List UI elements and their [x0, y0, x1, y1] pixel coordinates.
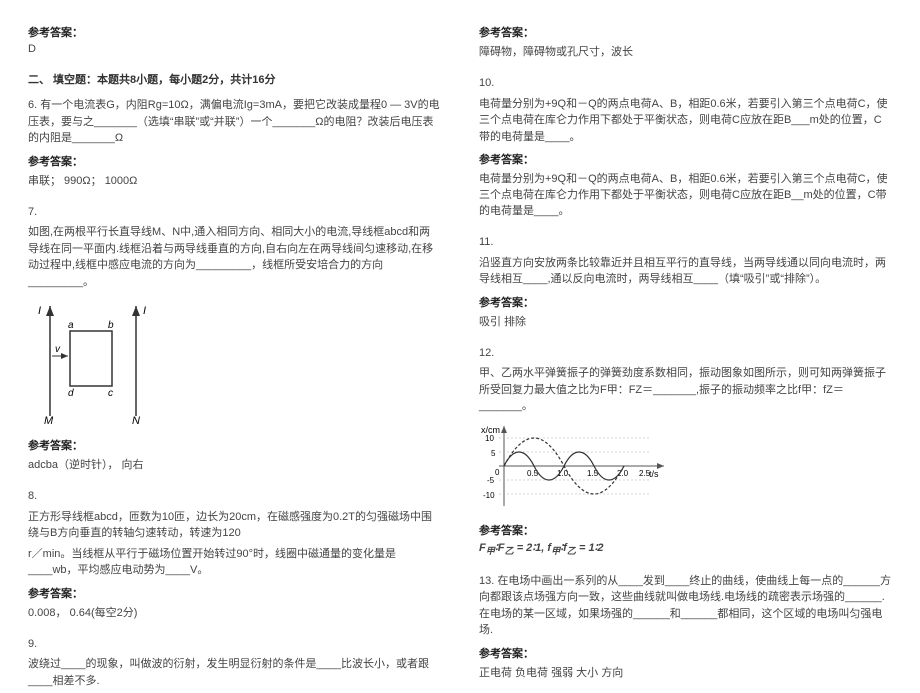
svg-text:t/s: t/s — [649, 469, 659, 479]
question-text: 沿竖直方向安放两条比较靠近并且相互平行的直导线，当两导线通以同向电流时，两导线相… — [479, 255, 892, 288]
question-text: 正方形导线框abcd，匝数为10匝，边长为20cm，在磁感强度为0.2T的匀强磁… — [28, 509, 441, 542]
left-column: 参考答案： D 二、 填空题：本题共8小题，每小题2分，共计16分 6. 有一个… — [28, 18, 441, 633]
answer-body: 吸引 排除 — [479, 313, 892, 329]
answer-header: 参考答案： — [479, 24, 892, 40]
question-9: 9. 波绕过____的现象，叫做波的衍射，发生明显衍射的条件是____比波长小，… — [28, 636, 441, 693]
question-7: 7. 如图,在两根平行长直导线M、N中,通入相同方向、相同大小的电流,导线框ab… — [28, 204, 441, 479]
answer-header: 参考答案： — [479, 151, 892, 167]
answer-block-5: 参考答案： D — [28, 18, 441, 61]
answer-body: 电荷量分别为+9Q和－Q的两点电荷A、B，相距0.6米，若要引入第三个点电荷C，… — [479, 170, 892, 218]
svg-text:-5: -5 — [487, 476, 495, 485]
ratio-text: = 2∶1, f — [514, 542, 551, 554]
question-text: 甲、乙两水平弹簧振子的弹簧劲度系数相同，振动图象如图所示，则可知两弹簧振子所受回… — [479, 365, 892, 415]
svg-text:b: b — [108, 320, 114, 331]
answer-header: 参考答案： — [479, 522, 892, 538]
svg-text:I: I — [143, 305, 146, 317]
svg-text:N: N — [132, 415, 140, 426]
answer-header: 参考答案： — [28, 24, 441, 40]
svg-text:d: d — [68, 388, 74, 399]
question-number: 9. — [28, 636, 441, 653]
answer-body: 0.008， 0.64(每空2分) — [28, 604, 441, 620]
svg-text:10: 10 — [485, 434, 494, 443]
question-number: 11. — [479, 234, 892, 251]
svg-text:a: a — [68, 320, 74, 331]
svg-text:M: M — [44, 415, 54, 426]
answer-header: 参考答案： — [28, 437, 441, 453]
oscillation-chart: x/cm 10 5 0 -5 -10 t/s 0.5 1.0 1.5 2.0 2… — [479, 421, 892, 514]
question-text: r／min。当线框从平行于磁场位置开始转过90°时，线圈中磁通量的变化量是___… — [28, 546, 441, 579]
question-8: 8. 正方形导线框abcd，匝数为10匝，边长为20cm，在磁感强度为0.2T的… — [28, 488, 441, 626]
question-text: 13. 在电场中画出一系列的从____发到____终止的曲线，使曲线上每一点的_… — [479, 573, 892, 639]
sub: 乙 — [567, 546, 576, 556]
answer-body: adcba（逆时针）， 向右 — [28, 456, 441, 472]
section-2-header: 二、 填空题：本题共8小题，每小题2分，共计16分 — [28, 71, 441, 87]
ratio-text: = 1∶2 — [576, 542, 604, 554]
svg-text:I: I — [38, 305, 41, 317]
question-number: 12. — [479, 345, 892, 362]
circuit-diagram: I I M N a b c d v — [28, 296, 441, 429]
question-12: 12. 甲、乙两水平弹簧振子的弹簧劲度系数相同，振动图象如图所示，则可知两弹簧振… — [479, 345, 892, 563]
right-column: 参考答案： 障碍物，障碍物或孔尺寸，波长 10. 电荷量分别为+9Q和－Q的两点… — [479, 18, 892, 633]
svg-text:c: c — [108, 388, 113, 399]
question-6: 6. 有一个电流表G，内阻Rg=10Ω，满偏电流Ig=3mA，要把它改装成量程0… — [28, 97, 441, 194]
answer-body: 障碍物，障碍物或孔尺寸，波长 — [479, 43, 892, 59]
question-number: 7. — [28, 204, 441, 221]
sub: 甲 — [486, 546, 495, 556]
answer-header: 参考答案： — [28, 153, 441, 169]
svg-text:v: v — [55, 344, 61, 355]
question-text: 6. 有一个电流表G，内阻Rg=10Ω，满偏电流Ig=3mA，要把它改装成量程0… — [28, 97, 441, 147]
answer-header: 参考答案： — [479, 294, 892, 310]
question-10: 10. 电荷量分别为+9Q和－Q的两点电荷A、B，相距0.6米，若要引入第三个点… — [479, 75, 892, 224]
answer-body: 正电荷 负电荷 强弱 大小 方向 — [479, 664, 892, 680]
svg-text:5: 5 — [491, 449, 496, 458]
answer-header: 参考答案： — [479, 645, 892, 661]
question-text: 电荷量分别为+9Q和－Q的两点电荷A、B，相距0.6米，若要引入第三个点电荷C，… — [479, 96, 892, 146]
question-number: 10. — [479, 75, 892, 92]
answer-body: D — [28, 43, 441, 55]
answer-block-9: 参考答案： 障碍物，障碍物或孔尺寸，波长 — [479, 18, 892, 65]
svg-text:-10: -10 — [483, 491, 495, 500]
sub: 乙 — [504, 546, 513, 556]
sub: 甲 — [551, 546, 560, 556]
ratio-text: F — [479, 542, 486, 554]
question-text: 如图,在两根平行长直导线M、N中,通入相同方向、相同大小的电流,导线框abcd和… — [28, 224, 441, 290]
question-text: 波绕过____的现象，叫做波的衍射，发生明显衍射的条件是____比波长小，或者跟… — [28, 656, 441, 689]
question-11: 11. 沿竖直方向安放两条比较靠近并且相互平行的直导线，当两导线通以同向电流时，… — [479, 234, 892, 335]
answer-body: 串联； 990Ω； 1000Ω — [28, 172, 441, 188]
answer-body: F甲∶F乙 = 2∶1, f甲∶f乙 = 1∶2 — [479, 541, 892, 557]
svg-text:0: 0 — [495, 468, 500, 477]
question-number: 8. — [28, 488, 441, 505]
answer-header: 参考答案： — [28, 585, 441, 601]
question-13: 13. 在电场中画出一系列的从____发到____终止的曲线，使曲线上每一点的_… — [479, 573, 892, 686]
svg-text:2.5: 2.5 — [639, 469, 651, 478]
